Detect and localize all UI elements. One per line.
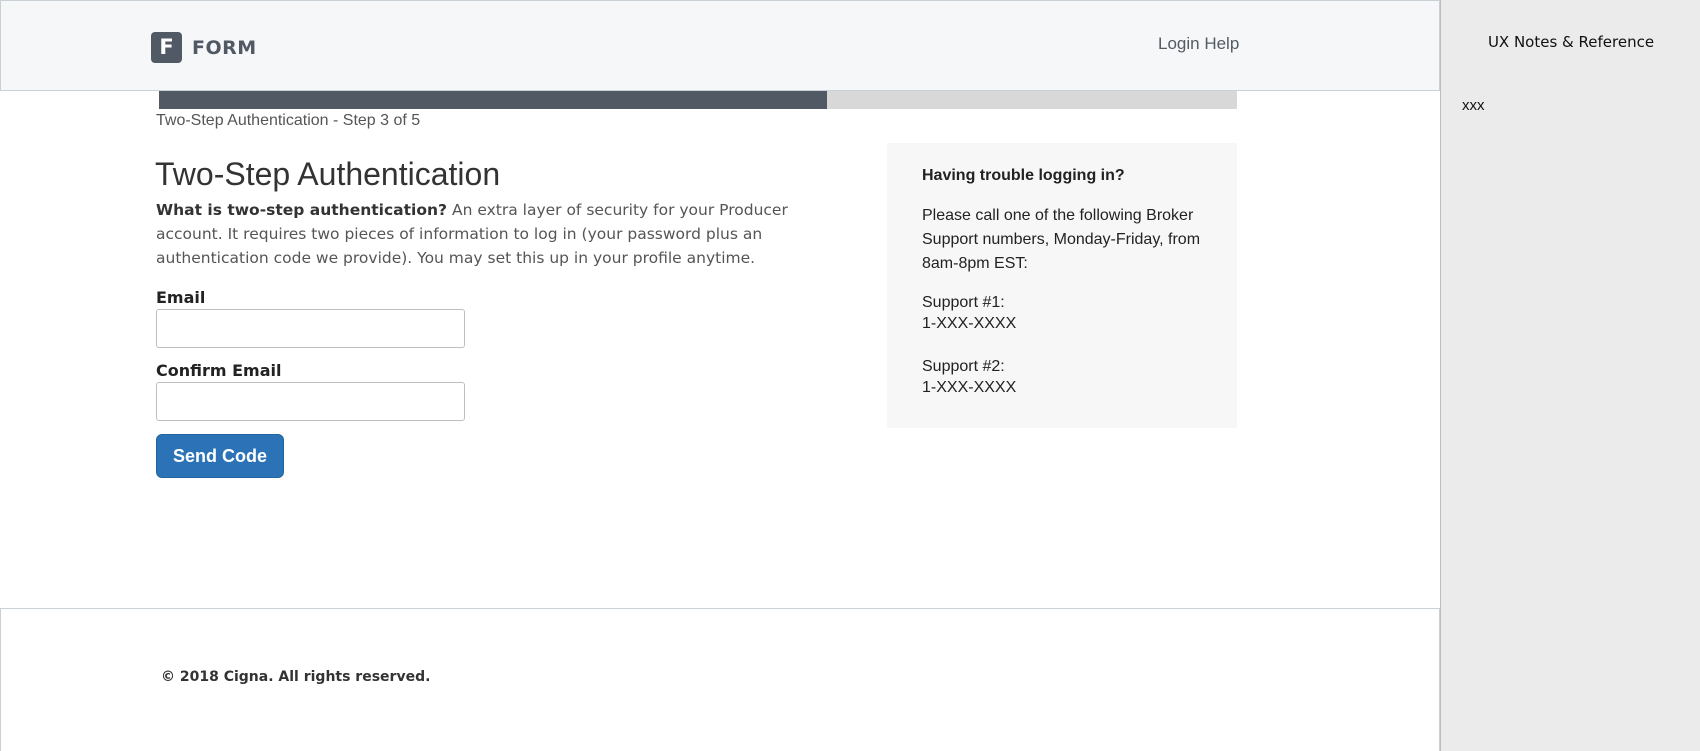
ux-note-text: xxx xyxy=(1462,97,1485,114)
send-code-button[interactable]: Send Code xyxy=(156,434,284,478)
intro-paragraph: What is two-step authentication? An extr… xyxy=(156,198,826,270)
ux-notes-title: UX Notes & Reference xyxy=(1487,33,1655,51)
form-logo-icon: F xyxy=(151,32,182,63)
help-panel: Having trouble logging in? Please call o… xyxy=(887,143,1237,428)
email-label: Email xyxy=(156,288,206,307)
help-text: Please call one of the following Broker … xyxy=(922,207,1201,272)
help-title: Having trouble logging in? xyxy=(922,167,1125,184)
footer: © 2018 Cigna. All rights reserved. xyxy=(0,608,1440,751)
header: F FORM Login Help xyxy=(0,0,1440,91)
logo-text: FORM xyxy=(192,36,257,59)
logo[interactable]: F FORM xyxy=(151,32,257,63)
main-page: F FORM Login Help Two-Step Authenticatio… xyxy=(0,0,1440,751)
confirm-email-label: Confirm Email xyxy=(156,361,282,380)
intro-question: What is two-step authentication? xyxy=(156,201,448,219)
support-2-number: 1-XXX-XXXX xyxy=(922,379,1017,396)
support-2-label: Support #2: xyxy=(922,358,1005,375)
email-field[interactable] xyxy=(156,309,465,348)
page-title: Two-Step Authentication xyxy=(155,156,501,192)
progress-bar xyxy=(159,91,1237,109)
progress-bar-fill xyxy=(159,91,828,109)
confirm-email-field[interactable] xyxy=(156,382,465,421)
ux-notes-panel: UX Notes & Reference xxx xyxy=(1440,0,1700,751)
support-1-label: Support #1: xyxy=(922,294,1005,311)
step-indicator: Two-Step Authentication - Step 3 of 5 xyxy=(156,112,421,129)
login-help-link[interactable]: Login Help xyxy=(1158,34,1239,54)
support-1-number: 1-XXX-XXXX xyxy=(922,315,1017,332)
copyright-text: © 2018 Cigna. All rights reserved. xyxy=(161,669,431,685)
